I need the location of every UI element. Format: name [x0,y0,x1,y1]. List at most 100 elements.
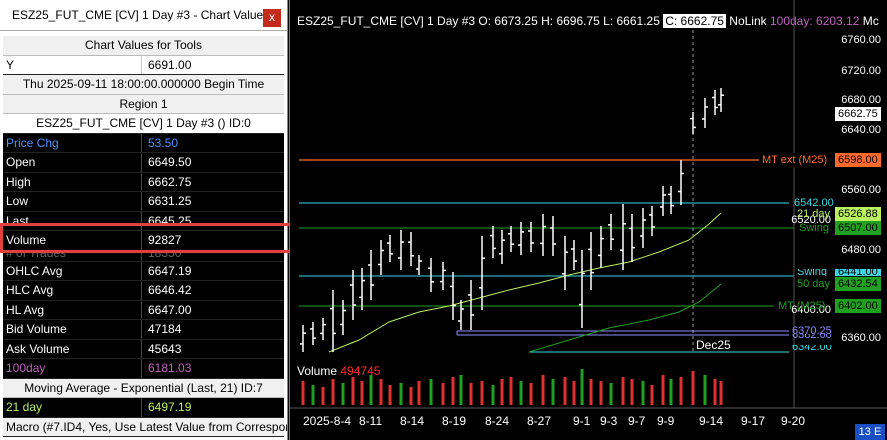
price-bars [300,88,724,352]
axis-label: 6360.00 [841,332,881,344]
volume-bar [459,375,463,405]
date-label: 2025-8-4 [303,414,352,428]
volume-bar [609,383,613,405]
mt-label: MT (M25) [778,300,826,312]
ma-suffix: Mc [862,14,879,28]
row-bid-volume: Bid Volume 47184 [3,320,284,340]
ma50-value: 6432.54 [835,277,881,291]
volume-highlight-box [0,223,296,253]
level-6342-tag: 6342.00 [792,345,832,353]
close-button[interactable]: x [263,9,281,27]
ohlc-text: ESZ25_FUT_CME [CV] 1 Day #3 O: 6673.25 H… [297,14,660,28]
level-6441-tag: 6441.00 [835,269,881,276]
nolink-label: NoLink [729,14,767,28]
y-label: Y [3,55,142,74]
volume-bar [379,379,383,405]
mt-value: 6402.00 [835,299,881,313]
ma21-value: 6526.88 [835,207,881,221]
row-high: High 6662.75 [3,172,284,192]
ma21-label: 21 day [797,208,831,220]
volume-bar [630,379,634,405]
volume-bar [669,379,673,405]
volume-bar [572,381,576,405]
volume-bar [519,381,523,405]
row-100day: 100day 6181.03 [3,359,284,379]
window-title: ESZ25_FUT_CME [CV] 1 Day #3 - Chart Valu… [12,8,280,22]
volume-bar [301,381,305,405]
date-label: 9-17 [741,414,766,428]
volume-bar [341,383,345,405]
date-label: 8-11 [359,414,383,428]
macro-row: Macro (#7.ID4, Yes, Use Latest Value fro… [3,417,287,437]
axis-label: 6560.00 [841,184,881,196]
date-label: 9-1 [573,414,591,428]
date-label: 9-3 [600,414,618,428]
panel-header: Chart Values for Tools [3,36,284,56]
chart-values-window: ESZ25_FUT_CME [CV] 1 Day #3 - Chart Valu… [0,0,288,440]
row-hlc-avg: HLC Avg 6646.42 [3,281,284,301]
volume-bar [703,375,707,405]
axis-label: 6680.00 [841,94,881,106]
volume-bar [321,387,325,405]
date-label: 8-14 [400,414,425,428]
volume-bar [451,377,455,405]
volume-bar [719,381,723,405]
price-chart[interactable]: ESZ25_FUT_CME [CV] 1 Day #3 O: 6673.25 H… [289,0,887,440]
volume-bar [541,375,545,405]
volume-study-label: Volume 494745 [297,364,380,378]
row-low: Low 6631.25 [3,192,284,212]
volume-bar [713,379,717,405]
date-label: 8-24 [485,414,510,428]
region-row: Region 1 [3,94,284,114]
volume-bar [589,379,593,405]
row-ask-volume: Ask Volume 45643 [3,339,284,359]
contract-label: Dec25 [696,338,731,352]
time-row: Thu 2025-09-11 18:00:00.000000 Begin Tim… [3,75,284,95]
swing-label: Swing [799,222,829,234]
volume-bar [650,385,654,405]
volume-bar [399,383,403,405]
chart-header: ESZ25_FUT_CME [CV] 1 Day #3 O: 6673.25 H… [297,14,879,28]
corner-indicator[interactable]: 13 E [855,424,885,440]
axis-label: 6480.00 [841,244,881,256]
row-ohlc-avg: OHLC Avg 6647.19 [3,261,284,281]
mt-ext-label: MT ext (M25) [759,153,831,167]
volume-value: 494745 [340,364,381,378]
ma-100-text: 100day: 6203.12 [769,14,860,28]
row-21-day: 21 day 6497.19 [3,398,284,418]
axis-label: 6640.00 [841,124,881,136]
swing-value: 6507.00 [835,221,881,235]
row-open: Open 6649.50 [3,153,284,173]
window-title-bar[interactable]: ESZ25_FUT_CME [CV] 1 Day #3 - Chart Valu… [0,0,287,31]
volume-bar [621,377,625,405]
y-value: 6691.00 [148,57,192,72]
current-price-tag: 6662.75 [835,107,881,121]
date-label: 9-20 [781,414,806,428]
volume-bar [331,379,335,405]
close-value: C: 6662.75 [663,14,726,28]
y-row: Y 6691.00 [3,55,284,75]
axis-label: 6760.00 [841,34,881,46]
ma50-label: 50 day [797,278,831,290]
volume-bar [551,379,555,405]
date-label: 9-9 [657,414,675,428]
volume-bar [691,371,695,405]
volume-bar [441,383,445,405]
ma-header: Moving Average - Exponential (Last, 21) … [3,378,284,398]
swing2-label: Swing [797,269,827,276]
volume-bar [529,383,533,405]
volume-bar [469,383,473,405]
volume-bar [641,381,645,405]
volume-bar [369,375,373,405]
symbol-row: ESZ25_FUT_CME [CV] 1 Day #3 () ID:0 [3,114,284,134]
volume-bar [351,377,355,405]
volume-bar [563,377,567,405]
volume-title: Volume [297,364,338,378]
volume-bar [360,381,364,405]
volume-bar [409,387,413,405]
date-label: 9-14 [699,414,724,428]
date-label: 8-19 [442,414,467,428]
axis-label: 6720.00 [841,65,881,77]
volume-bar [580,369,584,405]
volume-bar [417,381,421,405]
